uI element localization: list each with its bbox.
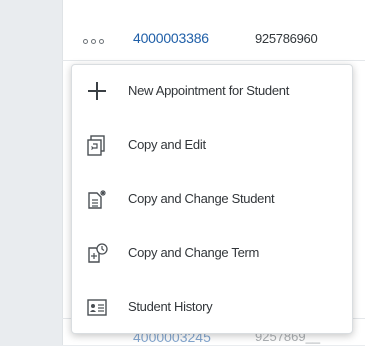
menu-item-student-history[interactable]: Student History — [72, 281, 352, 335]
student-history-icon — [87, 299, 107, 316]
copy-change-term-icon — [88, 243, 108, 263]
row-id-link[interactable]: 4000003386 — [133, 30, 209, 46]
plus-icon — [88, 82, 106, 100]
menu-item-copy-change-term[interactable]: Copy and Change Term — [72, 227, 352, 281]
menu-item-copy-and-edit[interactable]: Copy and Edit — [72, 119, 352, 173]
row-number: 925786960 — [255, 31, 318, 46]
menu-item-label: Copy and Edit — [128, 137, 206, 152]
copy-change-student-icon — [88, 190, 106, 209]
copy-edit-icon — [87, 135, 105, 156]
menu-item-label: Student History — [128, 299, 213, 314]
left-panel — [0, 0, 62, 345]
more-options-icon[interactable] — [83, 38, 107, 44]
menu-item-label: New Appointment for Student — [128, 83, 290, 98]
table-row[interactable]: 4000003386 925786960 — [62, 20, 365, 61]
menu-item-label: Copy and Change Student — [128, 191, 275, 206]
menu-item-new-appointment[interactable]: New Appointment for Student — [72, 65, 352, 119]
menu-item-label: Copy and Change Term — [128, 245, 260, 260]
menu-item-copy-change-student[interactable]: Copy and Change Student — [72, 173, 352, 227]
context-menu: New Appointment for Student Copy and Edi… — [71, 64, 353, 334]
